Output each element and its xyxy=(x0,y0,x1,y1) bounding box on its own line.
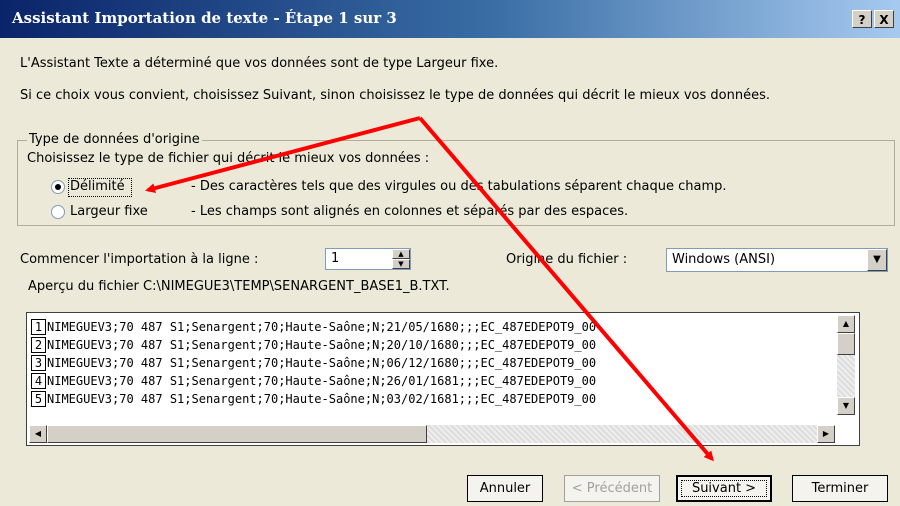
preview-label: Aperçu du fichier C:\NIMEGUE3\TEMP\SENAR… xyxy=(28,279,450,294)
file-preview[interactable]: 1 NIMEGUEV3;70 487 S1;Senargent;70;Haute-… xyxy=(26,312,860,446)
preview-row: 3 NIMEGUEV3;70 487 S1;Senargent;70;Haute-… xyxy=(31,355,596,371)
next-focus-rect xyxy=(681,480,767,497)
row-number: 4 xyxy=(31,373,46,389)
radio-delimited-desc: - Des caractères tels que des virgules o… xyxy=(191,179,727,194)
row-text: NIMEGUEV3;70 487 S1;Senargent;70;Haute-S… xyxy=(47,374,597,388)
radio-fixed-width-desc: - Les champs sont alignés en colonnes et… xyxy=(191,204,629,219)
help-button[interactable]: ? xyxy=(852,10,872,28)
row-text: NIMEGUEV3;70 487 S1;Senargent;70;Haute-S… xyxy=(47,338,597,352)
radio-fixed-width-label[interactable]: Largeur fixe xyxy=(70,204,148,219)
horizontal-scrollbar[interactable]: ◀ ▶ xyxy=(29,425,835,443)
spin-down-icon[interactable]: ▼ xyxy=(392,259,410,269)
chevron-down-icon[interactable]: ▼ xyxy=(867,249,887,271)
preview-row: 5 NIMEGUEV3;70 487 S1;Senargent;70;Haute-… xyxy=(31,391,596,407)
previous-button[interactable]: < Précédent xyxy=(564,475,660,502)
vertical-scrollbar[interactable]: ▲ ▼ xyxy=(837,315,855,415)
scroll-right-icon[interactable]: ▶ xyxy=(817,425,835,443)
start-row-spinner[interactable]: 1 ▲ ▼ xyxy=(325,248,411,270)
type-group-title: Type de données d'origine xyxy=(27,132,202,147)
spin-up-icon[interactable]: ▲ xyxy=(392,249,410,259)
row-number: 1 xyxy=(31,319,46,335)
origin-value: Windows (ANSI) xyxy=(672,252,776,267)
type-group-prompt: Choisissez le type de fichier qui décrit… xyxy=(27,151,430,166)
radio-delimited[interactable] xyxy=(51,180,65,194)
finish-button[interactable]: Terminer xyxy=(792,475,888,502)
intro-line-2: Si ce choix vous convient, choisissez Su… xyxy=(20,88,770,103)
scroll-down-icon[interactable]: ▼ xyxy=(837,397,855,415)
row-number: 5 xyxy=(31,391,46,407)
preview-row: 1 NIMEGUEV3;70 487 S1;Senargent;70;Haute-… xyxy=(31,319,596,335)
preview-row: 2 NIMEGUEV3;70 487 S1;Senargent;70;Haute-… xyxy=(31,337,596,353)
origin-select[interactable]: Windows (ANSI) ▼ xyxy=(666,248,888,272)
row-number: 2 xyxy=(31,337,46,353)
scroll-left-icon[interactable]: ◀ xyxy=(29,425,47,443)
preview-row: 4 NIMEGUEV3;70 487 S1;Senargent;70;Haute-… xyxy=(31,373,596,389)
horizontal-scroll-thumb[interactable] xyxy=(47,425,427,443)
start-row-value: 1 xyxy=(331,251,340,266)
start-row-label: Commencer l'importation à la ligne : xyxy=(20,252,259,267)
radio-fixed-width[interactable] xyxy=(51,205,65,219)
cancel-button[interactable]: Annuler xyxy=(467,475,543,502)
title-bar: Assistant Importation de texte - Étape 1… xyxy=(0,0,900,38)
origin-label: Origine du fichier : xyxy=(506,252,628,267)
window-title: Assistant Importation de texte - Étape 1… xyxy=(12,9,397,27)
row-text: NIMEGUEV3;70 487 S1;Senargent;70;Haute-S… xyxy=(47,392,597,406)
row-text: NIMEGUEV3;70 487 S1;Senargent;70;Haute-S… xyxy=(47,320,597,334)
row-text: NIMEGUEV3;70 487 S1;Senargent;70;Haute-S… xyxy=(47,356,597,370)
next-button[interactable]: Suivant > xyxy=(676,475,772,502)
row-number: 3 xyxy=(31,355,46,371)
radio-delimited-label[interactable]: Délimité xyxy=(70,179,125,194)
intro-line-1: L'Assistant Texte a déterminé que vos do… xyxy=(20,56,499,71)
close-button[interactable]: X xyxy=(874,10,894,28)
vertical-scroll-thumb[interactable] xyxy=(837,333,855,355)
scroll-up-icon[interactable]: ▲ xyxy=(837,315,855,333)
